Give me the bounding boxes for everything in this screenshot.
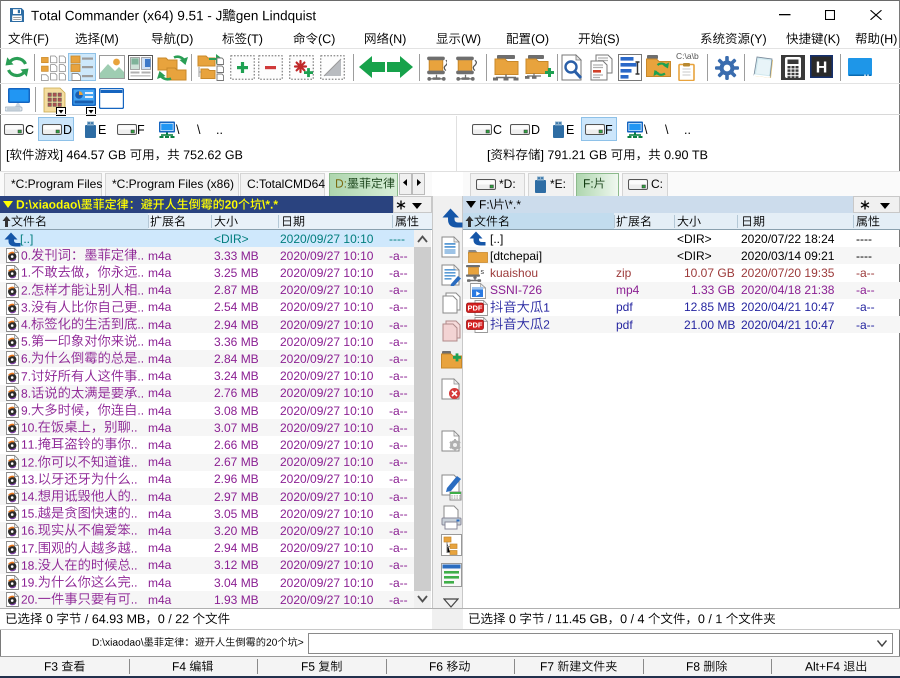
svg-text:PDF: PDF: [468, 321, 483, 330]
svg-text:PDF: PDF: [468, 303, 483, 312]
svg-text:H: H: [816, 60, 828, 77]
svg-text:s: s: [481, 269, 485, 276]
